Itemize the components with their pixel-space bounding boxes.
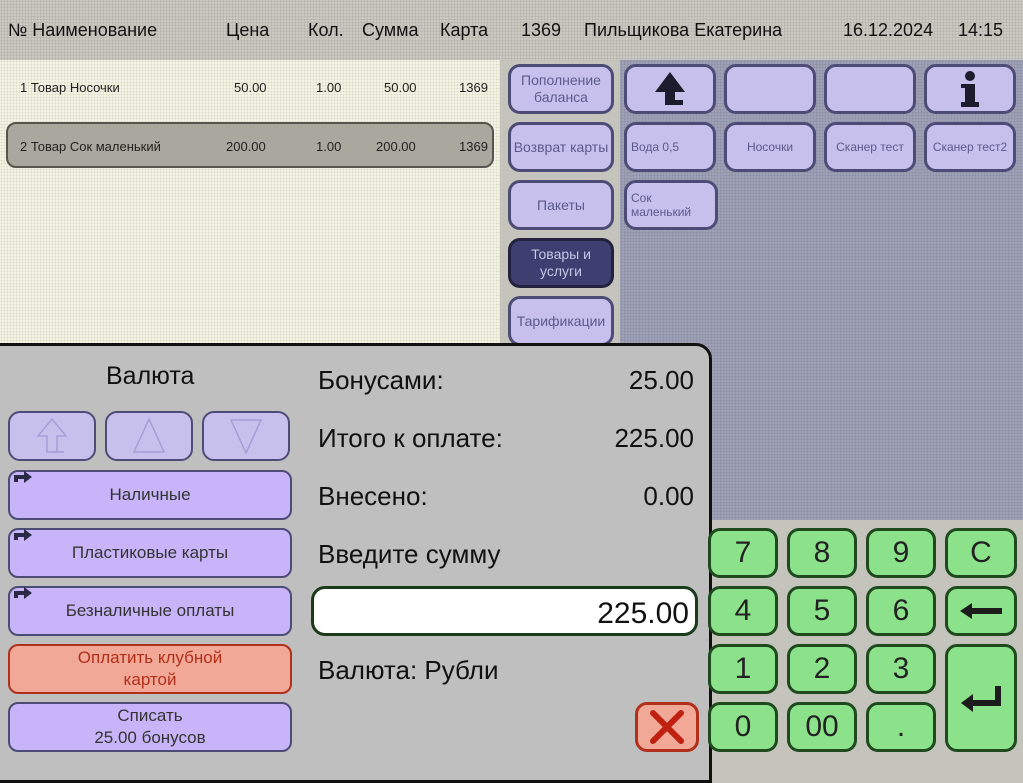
col-header-card: Карта [440, 20, 489, 40]
key-9[interactable]: 9 [866, 528, 936, 578]
pay-cash-button[interactable]: Наличные [8, 470, 292, 520]
row-sum: 50.00 [384, 80, 417, 95]
arrow-right-icon [14, 529, 32, 541]
product-scanner-test2[interactable]: Сканер тест2 [924, 122, 1016, 172]
col-header-sum: Сумма [362, 20, 419, 40]
key-clear[interactable]: C [945, 528, 1017, 578]
category-packages[interactable]: Пакеты [508, 180, 614, 230]
enter-icon [961, 686, 1001, 712]
row-name: 1 Товар Носочки [20, 80, 120, 95]
currency-title: Валюта [106, 362, 195, 390]
header-date: 16.12.2024 [843, 20, 934, 40]
empty-slot-button[interactable] [724, 64, 816, 114]
pay-plastic-cards-label: Пластиковые карты [71, 543, 229, 562]
pay-club-card-label-line2: картой [123, 670, 177, 689]
category-tariffs[interactable]: Тарификации [508, 296, 614, 346]
product-scanner-test[interactable]: Сканер тест [824, 122, 916, 172]
total-value: 225.00 [614, 423, 694, 453]
key-5[interactable]: 5 [787, 586, 857, 636]
empty-slot-button[interactable] [824, 64, 916, 114]
pay-cashless-label: Безналичные оплаты [65, 601, 235, 620]
row-price: 50.00 [234, 80, 267, 95]
enter-amount-label: Введите сумму [318, 539, 501, 569]
write-off-bonuses-label-line2: 25.00 бонусов [94, 728, 206, 747]
pay-cash-label: Наличные [109, 485, 191, 504]
write-off-bonuses-label-line1: Списать [117, 706, 183, 725]
scroll-up-button[interactable] [105, 411, 193, 461]
amount-input[interactable] [311, 586, 698, 636]
key-2[interactable]: 2 [787, 644, 857, 694]
key-7[interactable]: 7 [708, 528, 778, 578]
scroll-top-icon [36, 417, 68, 453]
row-name: 2 Товар Сок маленький [20, 139, 161, 154]
header-time: 14:15 [958, 20, 1004, 40]
row-card: 1369 [459, 139, 488, 154]
up-arrow-icon [655, 72, 685, 105]
col-header-qty: Кол. [308, 20, 344, 40]
col-header-name: № Наименование [8, 20, 158, 40]
pay-club-card-button[interactable]: Оплатить клубной картой [8, 644, 292, 694]
arrow-right-icon [14, 587, 32, 599]
bonus-value: 25.00 [628, 365, 694, 395]
scroll-top-button[interactable] [8, 411, 96, 461]
product-socks[interactable]: Носочки [724, 122, 816, 172]
key-0[interactable]: 0 [708, 702, 778, 752]
key-8[interactable]: 8 [787, 528, 857, 578]
key-enter[interactable] [945, 644, 1017, 752]
header-card-number: 1369 [521, 20, 562, 40]
key-3[interactable]: 3 [866, 644, 936, 694]
product-water[interactable]: Вода 0,5 [624, 122, 716, 172]
header-cashier-name: Пильщикова Екатерина [584, 20, 783, 40]
header-bar: № Наименование Цена Кол. Сумма Карта 136… [0, 0, 1023, 60]
pay-plastic-cards-button[interactable]: Пластиковые карты [8, 528, 292, 578]
row-sum: 200.00 [376, 139, 416, 154]
arrow-right-icon [14, 471, 32, 483]
key-decimal[interactable]: . [866, 702, 936, 752]
pay-club-card-label-line1: Оплатить клубной [77, 648, 223, 667]
cancel-button[interactable] [635, 702, 699, 752]
category-column: Пополнение баланса Возврат карты Пакеты … [500, 60, 620, 350]
row-qty: 1.00 [316, 139, 342, 154]
triangle-down-icon [229, 419, 263, 455]
row-card: 1369 [459, 80, 488, 95]
paid-value: 0.00 [643, 481, 694, 511]
row-qty: 1.00 [316, 80, 342, 95]
info-button[interactable] [924, 64, 1016, 114]
scroll-down-button[interactable] [202, 411, 290, 461]
category-topup-balance[interactable]: Пополнение баланса [508, 64, 614, 114]
product-small-juice[interactable]: Сок маленький [624, 180, 718, 230]
close-icon [650, 710, 684, 744]
key-6[interactable]: 6 [866, 586, 936, 636]
receipt-list: 1 Товар Носочки 50.00 1.00 50.00 1369 2 … [0, 60, 500, 350]
receipt-row[interactable]: 1 Товар Носочки 50.00 1.00 50.00 1369 [6, 65, 494, 111]
pay-cashless-button[interactable]: Безналичные оплаты [8, 586, 292, 636]
key-00[interactable]: 00 [787, 702, 857, 752]
currency-line: Валюта: Рубли [318, 655, 499, 685]
key-1[interactable]: 1 [708, 644, 778, 694]
col-header-price: Цена [226, 20, 270, 40]
key-backspace[interactable] [945, 586, 1017, 636]
paid-label: Внесено: [318, 481, 428, 511]
bonus-label: Бонусами: [318, 365, 444, 395]
info-icon [961, 71, 979, 107]
total-label: Итого к оплате: [318, 423, 503, 453]
key-4[interactable]: 4 [708, 586, 778, 636]
row-price: 200.00 [226, 139, 266, 154]
triangle-up-icon [132, 417, 166, 453]
write-off-bonuses-button[interactable]: Списать 25.00 бонусов [8, 702, 292, 752]
backspace-arrow-icon [960, 603, 1002, 619]
receipt-row-selected[interactable]: 2 Товар Сок маленький 200.00 1.00 200.00… [6, 122, 494, 168]
category-card-return[interactable]: Возврат карты [508, 122, 614, 172]
category-goods-services[interactable]: Товары и услуги [508, 238, 614, 288]
up-level-button[interactable] [624, 64, 716, 114]
